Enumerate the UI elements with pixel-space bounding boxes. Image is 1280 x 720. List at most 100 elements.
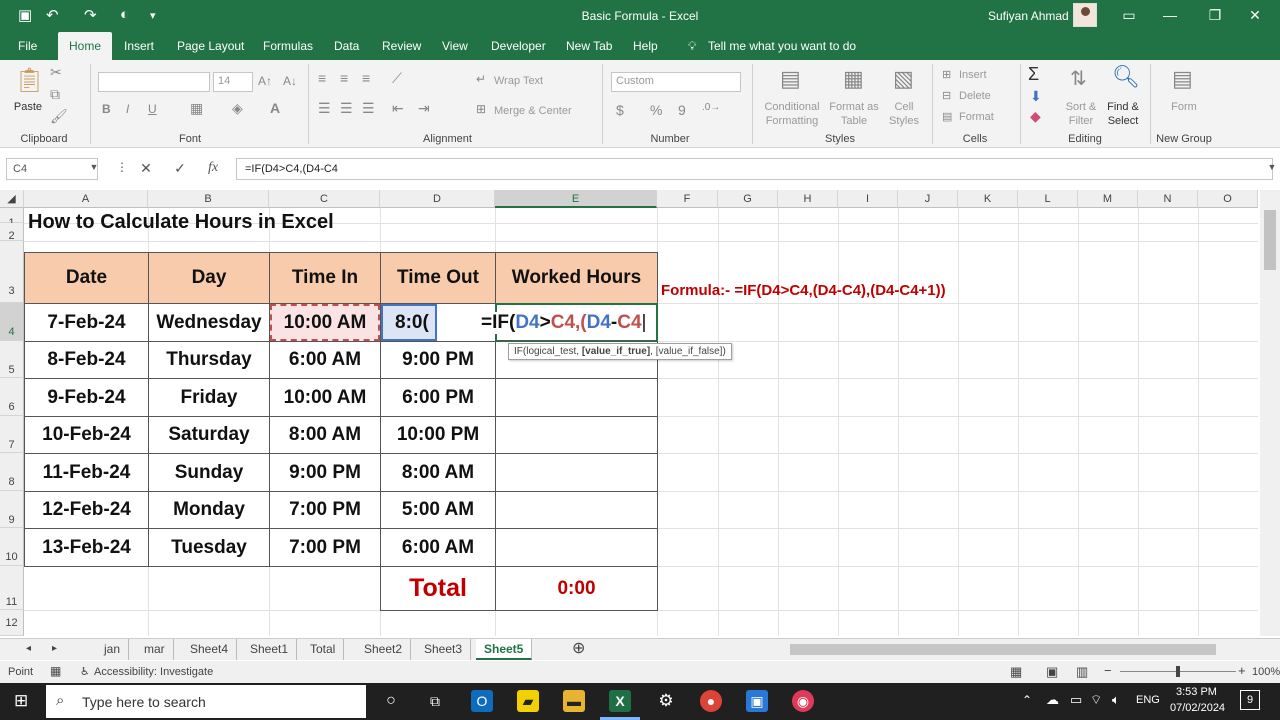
cell-time-out[interactable]: 9:00 PM: [380, 341, 496, 379]
bold-icon[interactable]: B: [102, 102, 111, 116]
cell-worked-hours[interactable]: [495, 528, 658, 567]
cell-time-in[interactable]: 8:00 AM: [269, 416, 381, 454]
cell-day[interactable]: Thursday: [148, 341, 270, 379]
total-label[interactable]: Total: [380, 566, 496, 611]
sort-filter-icon[interactable]: ⇅: [1070, 66, 1087, 91]
column-header-n[interactable]: N: [1138, 190, 1198, 208]
italic-icon[interactable]: I: [126, 102, 129, 116]
tell-me-search[interactable]: Tell me what you want to do: [700, 32, 864, 60]
vertical-scrollbar[interactable]: [1260, 190, 1280, 636]
formula-in-cell[interactable]: =IF(D4>C4,(D4-C4|: [481, 312, 649, 334]
tab-home[interactable]: Home: [58, 32, 112, 60]
insert-cells-button[interactable]: Insert: [959, 68, 987, 82]
merge-center-icon[interactable]: ⊞: [476, 102, 486, 116]
cell-time-out[interactable]: 8:00 AM: [380, 453, 496, 492]
row-header-2[interactable]: 2: [0, 223, 24, 242]
network-icon[interactable]: ⌔: [1090, 692, 1102, 708]
sort-filter-button[interactable]: Sort & Filter: [1058, 100, 1104, 128]
cell-date[interactable]: 11-Feb-24: [24, 453, 149, 492]
horizontal-scroll-thumb[interactable]: [790, 644, 1216, 655]
enter-icon[interactable]: ✓: [170, 160, 190, 177]
sheet-tab[interactable]: Sheet1: [242, 639, 298, 660]
font-name-combo[interactable]: [98, 72, 210, 92]
cloud-icon[interactable]: ☁: [1046, 692, 1059, 708]
task-view-icon[interactable]: ⧉: [424, 690, 446, 712]
wrap-text-icon[interactable]: ↵: [476, 72, 486, 86]
notifications-icon[interactable]: 9: [1240, 690, 1260, 710]
windows-start-icon[interactable]: ⊞: [14, 691, 28, 711]
cell-styles-button[interactable]: Cell Styles: [880, 100, 928, 128]
cell-time-in[interactable]: 9:00 PM: [269, 453, 381, 492]
cell-day[interactable]: Tuesday: [148, 528, 270, 567]
column-header-i[interactable]: I: [838, 190, 898, 208]
header-day[interactable]: Day: [148, 252, 270, 304]
header-time-out[interactable]: Time Out: [380, 252, 496, 304]
comma-icon[interactable]: 9: [678, 102, 686, 118]
cell-date[interactable]: 7-Feb-24: [24, 303, 149, 342]
page-layout-view-icon[interactable]: ▣: [1046, 664, 1058, 680]
cell-worked-hours[interactable]: [495, 491, 658, 529]
row-header-1[interactable]: 1: [0, 208, 24, 229]
cell-time-in[interactable]: 10:00 AM: [269, 378, 381, 417]
accessibility-status[interactable]: Accessibility: Investigate: [94, 666, 213, 678]
tab-review[interactable]: Review: [374, 32, 429, 60]
form-button[interactable]: Form: [1164, 100, 1204, 114]
clear-icon[interactable]: ◆: [1030, 108, 1041, 125]
sheet-tab[interactable]: Sheet4: [182, 639, 238, 660]
sheet-tab[interactable]: mar: [136, 639, 174, 660]
autosum-icon[interactable]: Σ: [1028, 64, 1039, 85]
cell-day[interactable]: Wednesday: [148, 303, 270, 342]
cell-worked-hours-editing[interactable]: =IF(D4>C4,(D4-C4|: [481, 303, 658, 342]
row-header-4[interactable]: 4: [0, 303, 24, 341]
column-header-l[interactable]: L: [1018, 190, 1078, 208]
outlook-icon[interactable]: O: [471, 690, 493, 712]
chrome-icon[interactable]: ●: [700, 690, 722, 712]
excel-taskbar-icon[interactable]: X: [609, 690, 631, 712]
format-as-table-button[interactable]: Format as Table: [826, 100, 882, 128]
total-value[interactable]: 0:00: [495, 566, 658, 611]
font-color-icon[interactable]: A: [270, 100, 280, 116]
restore-icon[interactable]: ❐: [1205, 7, 1225, 24]
format-cells-icon[interactable]: ▤: [942, 110, 952, 123]
ribbon-display-icon[interactable]: ▭: [1119, 7, 1139, 24]
zoom-slider-thumb[interactable]: [1176, 666, 1180, 677]
cell-day[interactable]: Friday: [148, 378, 270, 417]
copy-icon[interactable]: ⧉: [50, 86, 60, 103]
fill-color-icon[interactable]: ◈: [232, 100, 243, 117]
name-box-dropdown-icon[interactable]: ▼: [84, 162, 104, 172]
row-header-8[interactable]: 8: [0, 453, 24, 491]
column-header-h[interactable]: H: [778, 190, 838, 208]
paste-icon[interactable]: 📋︎: [14, 66, 44, 96]
tray-overflow-icon[interactable]: ⌃: [1022, 693, 1032, 707]
sheet-tab[interactable]: Sheet3: [416, 639, 472, 660]
vertical-scroll-thumb[interactable]: [1264, 210, 1276, 270]
insert-function-icon[interactable]: fx: [203, 160, 223, 176]
cell-worked-hours[interactable]: [495, 453, 658, 492]
form-icon[interactable]: ▤: [1172, 66, 1193, 92]
formula-input[interactable]: =IF(D4>C4,(D4-C4: [236, 158, 1273, 180]
delete-cells-button[interactable]: Delete: [959, 89, 991, 103]
minimize-icon[interactable]: —: [1160, 7, 1180, 23]
sheet-tab[interactable]: Total: [302, 639, 345, 660]
align-left-icon[interactable]: ☰: [318, 100, 331, 117]
sheet-tab-active[interactable]: Sheet5: [476, 639, 533, 660]
align-bottom-icon[interactable]: ≡: [362, 70, 370, 86]
grow-font-icon[interactable]: A↑: [258, 74, 272, 88]
cell-date[interactable]: 8-Feb-24: [24, 341, 149, 379]
tab-insert[interactable]: Insert: [116, 32, 162, 60]
column-header-a[interactable]: A: [24, 190, 148, 208]
fill-icon[interactable]: ⬇: [1030, 88, 1042, 105]
align-center-icon[interactable]: ☰: [340, 100, 353, 117]
paste-button[interactable]: Paste: [8, 100, 48, 114]
language-indicator[interactable]: ENG: [1136, 694, 1160, 706]
column-header-f[interactable]: F: [657, 190, 718, 208]
zoom-in-icon[interactable]: +: [1238, 663, 1246, 678]
cell-time-out[interactable]: 6:00 AM: [380, 528, 496, 567]
row-header-3[interactable]: 3: [0, 241, 24, 303]
row-header-5[interactable]: 5: [0, 341, 24, 378]
align-middle-icon[interactable]: ≡: [340, 70, 348, 86]
column-header-m[interactable]: M: [1078, 190, 1138, 208]
cell-date[interactable]: 9-Feb-24: [24, 378, 149, 417]
align-top-icon[interactable]: ≡: [318, 70, 326, 86]
cell-time-in[interactable]: 7:00 PM: [269, 528, 381, 567]
